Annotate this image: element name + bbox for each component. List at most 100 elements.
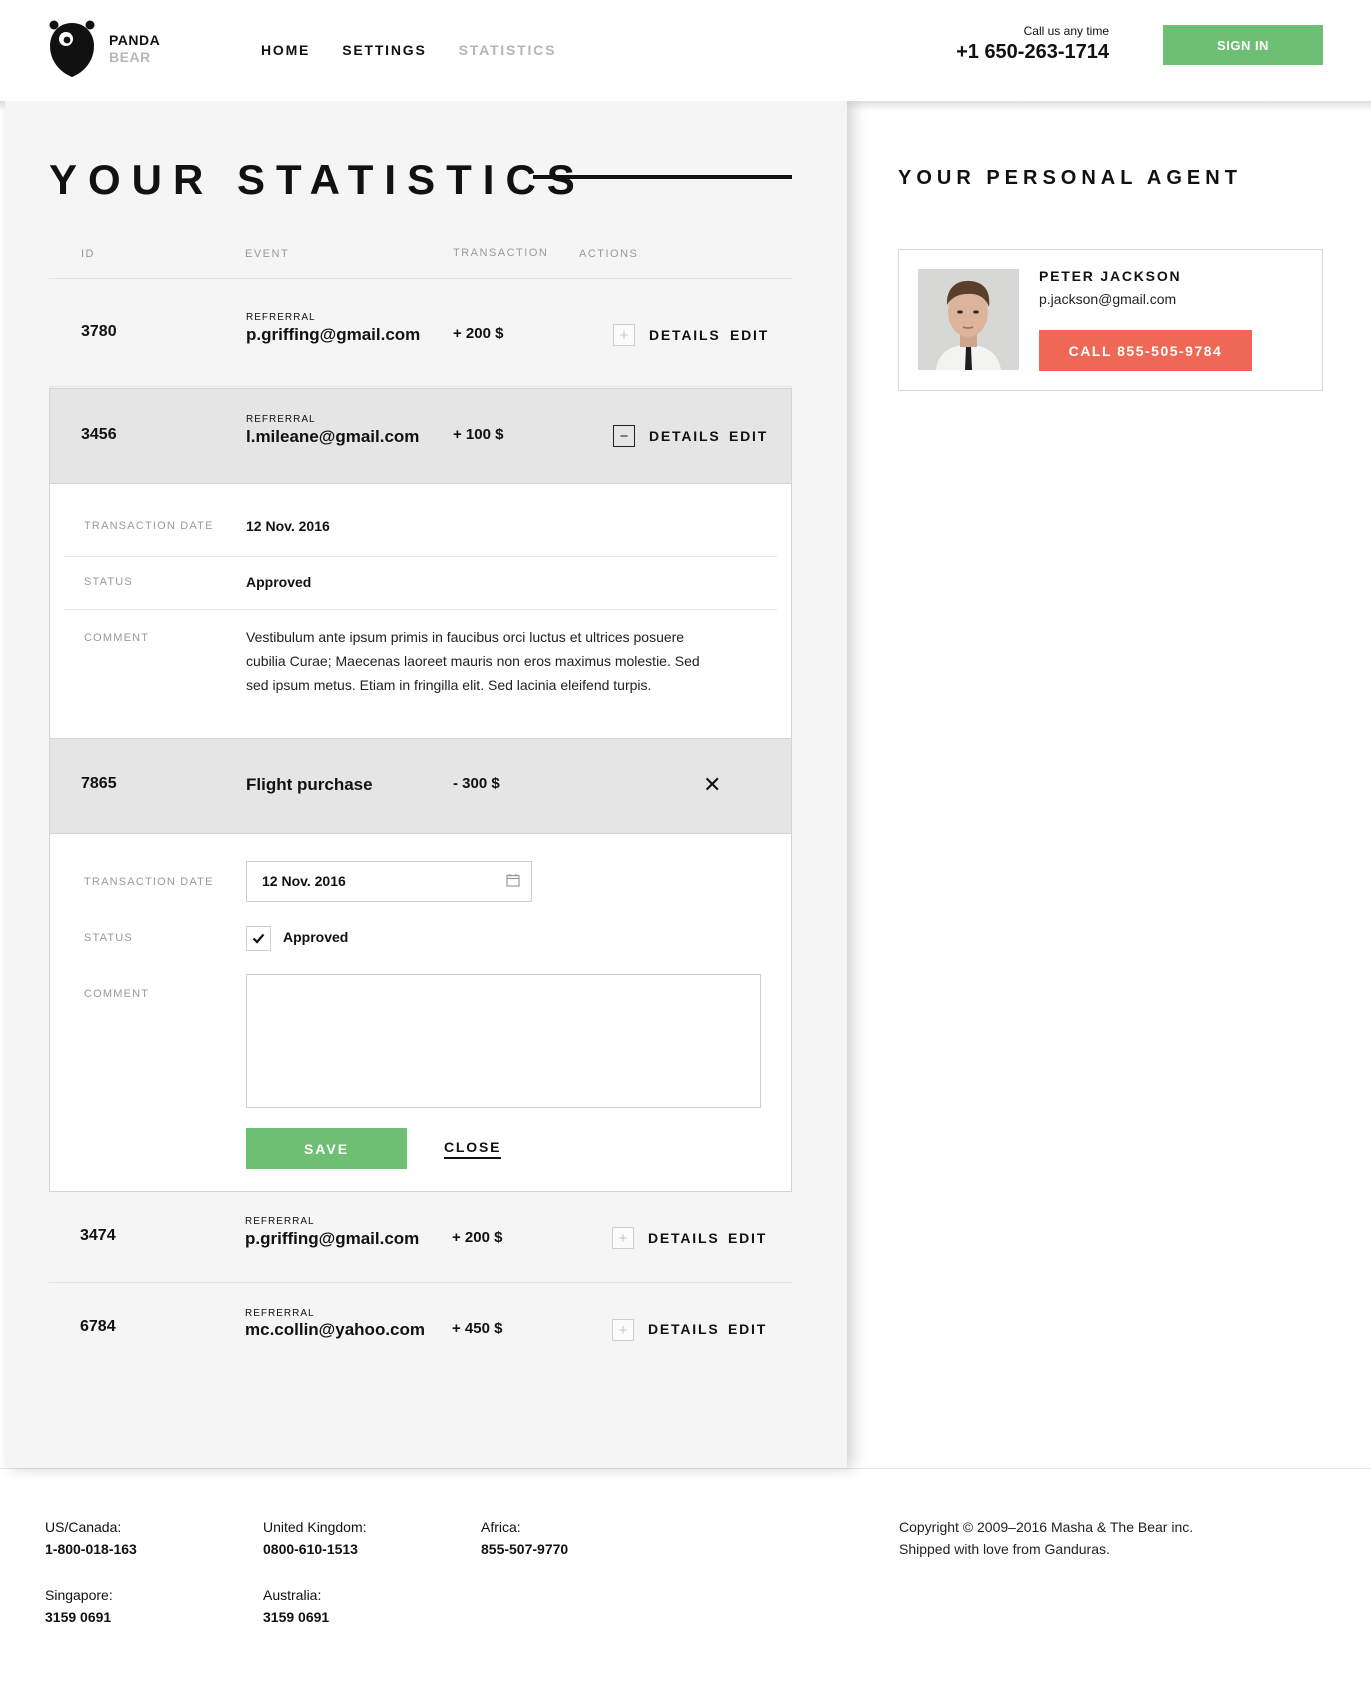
row-event: mc.collin@yahoo.com bbox=[245, 1320, 426, 1339]
page-title: YOUR STATISTICS bbox=[49, 156, 586, 203]
check-icon bbox=[252, 933, 265, 944]
nav-statistics[interactable]: STATISTICS bbox=[459, 42, 557, 58]
details-button[interactable]: DETAILS bbox=[648, 1230, 719, 1246]
office-region: Australia: bbox=[263, 1587, 322, 1603]
sign-in-button[interactable]: SIGN IN bbox=[1163, 25, 1323, 65]
close-link[interactable]: CLOSE bbox=[444, 1139, 502, 1159]
row-event: p.griffing@gmail.com bbox=[246, 325, 421, 344]
row-event: Flight purchase bbox=[246, 775, 373, 794]
bear-logo-icon bbox=[49, 20, 95, 77]
status-checkbox-label[interactable]: Approved bbox=[283, 929, 348, 945]
agent-section-title: YOUR PERSONAL AGENT bbox=[898, 167, 1242, 189]
details-button[interactable]: DETAILS bbox=[648, 1321, 719, 1337]
edit-button[interactable]: EDIT bbox=[728, 1321, 767, 1337]
expand-toggle[interactable]: + bbox=[612, 1227, 634, 1249]
office-phone[interactable]: 3159 0691 bbox=[45, 1606, 113, 1628]
status-label: STATUS bbox=[84, 576, 133, 588]
col-actions: ACTIONS bbox=[579, 248, 639, 260]
edit-button[interactable]: EDIT bbox=[729, 428, 768, 444]
collapse-toggle[interactable]: − bbox=[613, 425, 635, 447]
footer-divider bbox=[0, 1468, 1371, 1469]
date-label: TRANSACTION DATE bbox=[84, 520, 214, 532]
office-region: Africa: bbox=[481, 1519, 521, 1535]
close-icon[interactable]: ✕ bbox=[703, 772, 721, 798]
table-row-active: 3456 REFRERRAL l.mileane@gmail.com + 100… bbox=[49, 388, 792, 484]
col-event: EVENT bbox=[245, 248, 290, 260]
table-row-active: 7865 Flight purchase - 300 $ ✕ bbox=[49, 738, 792, 834]
office-singapore: Singapore: 3159 0691 bbox=[45, 1584, 113, 1628]
row-event: p.griffing@gmail.com bbox=[245, 1229, 420, 1248]
date-value: 12 Nov. 2016 bbox=[246, 518, 330, 534]
details-button[interactable]: DETAILS bbox=[649, 428, 720, 444]
office-us-canada: US/Canada: 1-800-018-163 bbox=[45, 1516, 137, 1560]
site-header: PANDA BEAR HOME SETTINGS STATISTICS Call… bbox=[0, 0, 1371, 101]
main-nav: HOME SETTINGS STATISTICS bbox=[261, 42, 556, 58]
contact-phone[interactable]: +1 650-263-1714 bbox=[956, 41, 1109, 64]
call-agent-button[interactable]: CALL 855-505-9784 bbox=[1039, 330, 1252, 371]
agent-card: PETER JACKSON p.jackson@gmail.com CALL 8… bbox=[898, 249, 1323, 391]
nav-home[interactable]: HOME bbox=[261, 42, 310, 58]
contact-box: Call us any time +1 650-263-1714 bbox=[956, 24, 1109, 64]
row-event-type: REFRERRAL bbox=[246, 414, 316, 425]
details-panel: TRANSACTION DATE 12 Nov. 2016 STATUS App… bbox=[49, 484, 792, 738]
row-event-type: REFRERRAL bbox=[245, 1216, 315, 1227]
save-button[interactable]: SAVE bbox=[246, 1128, 407, 1169]
comment-text: Vestibulum ante ipsum primis in faucibus… bbox=[246, 629, 700, 693]
date-input[interactable]: 12 Nov. 2016 bbox=[246, 861, 532, 902]
row-event: l.mileane@gmail.com bbox=[246, 427, 420, 446]
comment-textarea[interactable] bbox=[246, 974, 761, 1108]
agent-name: PETER JACKSON bbox=[1039, 268, 1182, 284]
nav-settings[interactable]: SETTINGS bbox=[342, 42, 426, 58]
footer-copyright: Copyright © 2009–2016 Masha & The Bear i… bbox=[899, 1516, 1193, 1560]
expand-toggle[interactable]: + bbox=[613, 324, 635, 346]
table-row: 6784 REFRERRAL mc.collin@yahoo.com + 450… bbox=[49, 1283, 792, 1375]
agent-email[interactable]: p.jackson@gmail.com bbox=[1039, 291, 1176, 307]
table-row: 3780 REFRERRAL p.griffing@gmail.com + 20… bbox=[49, 279, 792, 387]
status-checkbox[interactable] bbox=[246, 926, 271, 951]
office-phone[interactable]: 1-800-018-163 bbox=[45, 1538, 137, 1560]
row-id: 3474 bbox=[80, 1227, 116, 1244]
office-region: United Kingdom: bbox=[263, 1519, 367, 1535]
office-uk: United Kingdom: 0800-610-1513 bbox=[263, 1516, 367, 1560]
agent-photo bbox=[918, 269, 1019, 370]
comment-label: COMMENT bbox=[84, 988, 150, 1000]
status-value: Approved bbox=[246, 574, 312, 590]
edit-button[interactable]: EDIT bbox=[728, 1230, 767, 1246]
row-amount: + 100 $ bbox=[453, 426, 504, 443]
date-label: TRANSACTION DATE bbox=[84, 876, 214, 888]
plus-icon: + bbox=[618, 1321, 628, 1339]
statistics-panel: YOUR STATISTICS ID EVENT TRANSACTION ACT… bbox=[5, 101, 847, 1468]
divider bbox=[64, 556, 777, 557]
office-region: Singapore: bbox=[45, 1587, 113, 1603]
details-button[interactable]: DETAILS bbox=[649, 327, 720, 343]
office-phone[interactable]: 0800-610-1513 bbox=[263, 1538, 367, 1560]
table-header: ID EVENT TRANSACTION ACTIONS bbox=[49, 247, 792, 279]
tagline-text: Shipped with love from Ganduras. bbox=[899, 1541, 1110, 1557]
col-id: ID bbox=[81, 248, 95, 260]
row-amount: + 450 $ bbox=[452, 1320, 503, 1337]
office-australia: Australia: 3159 0691 bbox=[263, 1584, 329, 1628]
brand-subname: BEAR bbox=[109, 49, 151, 65]
row-id: 3456 bbox=[81, 426, 117, 443]
minus-icon: − bbox=[619, 427, 629, 445]
row-id: 7865 bbox=[81, 775, 117, 792]
calendar-icon[interactable] bbox=[506, 873, 520, 887]
plus-icon: + bbox=[618, 1229, 628, 1247]
edit-panel: TRANSACTION DATE 12 Nov. 2016 STATUS App… bbox=[49, 834, 792, 1192]
contact-caption: Call us any time bbox=[1023, 24, 1109, 38]
comment-label: COMMENT bbox=[84, 632, 150, 644]
brand-logo[interactable]: PANDA BEAR bbox=[49, 20, 160, 78]
office-phone[interactable]: 3159 0691 bbox=[263, 1606, 329, 1628]
office-phone[interactable]: 855-507-9770 bbox=[481, 1538, 568, 1560]
date-input-value: 12 Nov. 2016 bbox=[262, 873, 346, 889]
brand-name: PANDA bbox=[109, 32, 161, 48]
expand-toggle[interactable]: + bbox=[612, 1319, 634, 1341]
divider bbox=[64, 609, 777, 610]
row-amount: + 200 $ bbox=[453, 325, 504, 342]
edit-button[interactable]: EDIT bbox=[730, 327, 769, 343]
office-region: US/Canada: bbox=[45, 1519, 122, 1535]
row-amount: + 200 $ bbox=[452, 1229, 503, 1246]
col-transaction: TRANSACTION bbox=[453, 247, 549, 259]
row-event-type: REFRERRAL bbox=[246, 312, 316, 323]
row-id: 6784 bbox=[80, 1318, 116, 1335]
